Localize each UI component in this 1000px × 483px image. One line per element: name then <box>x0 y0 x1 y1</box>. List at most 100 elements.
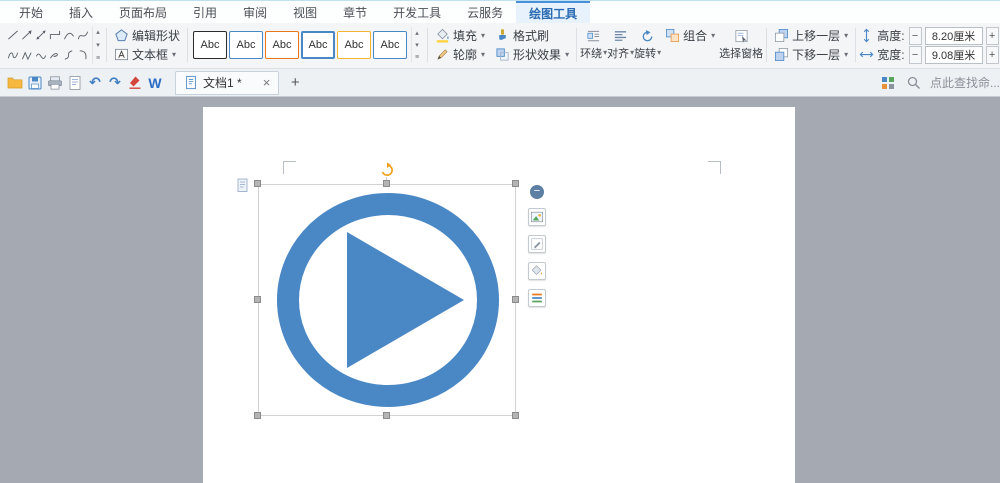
document-area[interactable]: − <box>0 97 1000 483</box>
text-box-button[interactable]: 文本框 ▾ <box>110 45 180 64</box>
shape-tool-line-icon[interactable] <box>6 26 20 44</box>
bring-forward-button[interactable]: 上移一层 ▾ <box>770 26 852 45</box>
undo-button[interactable]: ↶ <box>85 72 105 94</box>
shape-style-preset-6[interactable]: Abc <box>373 31 407 59</box>
quick-fill-button[interactable] <box>528 262 546 280</box>
search-button[interactable] <box>904 72 924 94</box>
fill-button[interactable]: 填充 ▾ <box>431 26 489 45</box>
width-decrease-button[interactable]: − <box>909 46 922 64</box>
shape-gallery: ▴ ▾ ≡ <box>4 25 103 65</box>
menu-tab-view[interactable]: 视图 <box>280 1 330 23</box>
save-button[interactable] <box>25 72 45 94</box>
handle-middle-left[interactable] <box>254 296 261 303</box>
tab-close-icon[interactable]: × <box>263 76 271 89</box>
shape-effects-button[interactable]: 形状效果 ▾ <box>491 45 573 64</box>
handle-top-left[interactable] <box>254 180 261 187</box>
gallery-more-button[interactable]: ≡ <box>93 52 103 64</box>
handle-bottom-middle[interactable] <box>383 412 390 419</box>
selection-pane-icon <box>734 29 749 44</box>
shape-style-preset-5[interactable]: Abc <box>337 31 371 59</box>
shape-style-preset-1[interactable]: Abc <box>193 31 227 59</box>
menu-tab-section[interactable]: 章节 <box>330 1 380 23</box>
shape-tool-wave-icon[interactable] <box>34 46 48 64</box>
selection-pane-button[interactable]: 选择窗格 <box>719 25 763 65</box>
shape-tool-double-arrow-icon[interactable] <box>34 26 48 44</box>
play-button-shape[interactable] <box>258 184 518 417</box>
format-painter-label: 格式刷 <box>513 27 549 44</box>
handle-bottom-right[interactable] <box>512 412 519 419</box>
shape-style-preset-3[interactable]: Abc <box>265 31 299 59</box>
width-value-field[interactable]: 9.08厘米 <box>925 46 983 64</box>
quick-outline-button[interactable] <box>528 289 546 307</box>
menu-tab-references[interactable]: 引用 <box>180 1 230 23</box>
shape-style-preset-2[interactable]: Abc <box>229 31 263 59</box>
play-triangle <box>347 232 464 368</box>
shape-tool-zigzag-icon[interactable] <box>20 46 34 64</box>
shape-tool-arrow-icon[interactable] <box>20 26 34 44</box>
menu-tab-drawing-tools[interactable]: 绘图工具 <box>516 1 590 23</box>
shape-tool-s-curve-icon[interactable] <box>62 46 76 64</box>
shape-style-preset-4[interactable]: Abc <box>301 31 335 59</box>
height-increase-button[interactable]: + <box>986 27 999 45</box>
preset-label: Abc <box>273 39 292 51</box>
handle-bottom-left[interactable] <box>254 412 261 419</box>
group-button[interactable]: 组合 ▾ <box>661 26 719 45</box>
folder-icon <box>7 75 23 91</box>
floating-quick-tools: − <box>528 185 546 307</box>
print-preview-button[interactable] <box>65 72 85 94</box>
apps-grid-icon <box>880 75 896 91</box>
text-wrap-icon <box>586 29 601 44</box>
handle-middle-right[interactable] <box>512 296 519 303</box>
rotate-button[interactable]: 旋转▾ <box>634 25 661 65</box>
handle-top-right[interactable] <box>512 180 519 187</box>
print-button[interactable] <box>45 72 65 94</box>
pencil-icon <box>435 47 450 62</box>
edit-shape-button[interactable]: 编辑形状 <box>110 26 184 45</box>
wps-writer-logo[interactable]: W <box>145 72 165 94</box>
presets-more-button[interactable]: ≡ <box>412 51 422 63</box>
send-backward-button[interactable]: 下移一层 ▾ <box>770 45 852 64</box>
document-tab[interactable]: 文档1 * × <box>175 71 279 95</box>
redo-button[interactable]: ↷ <box>105 72 125 94</box>
width-increase-button[interactable]: + <box>986 46 999 64</box>
format-painter-button[interactable]: 格式刷 <box>491 26 553 45</box>
quick-edit-button[interactable] <box>528 235 546 253</box>
menu-tab-review[interactable]: 审阅 <box>230 1 280 23</box>
handle-top-middle[interactable] <box>383 180 390 187</box>
height-decrease-button[interactable]: − <box>909 27 922 45</box>
selection-pane-label: 选择窗格 <box>719 45 763 61</box>
presets-scroll-down-button[interactable]: ▾ <box>412 39 422 51</box>
menu-tab-cloud[interactable]: 云服务 <box>454 1 516 23</box>
rotate-handle[interactable] <box>379 162 395 178</box>
apps-grid-button[interactable] <box>878 72 898 94</box>
group-label: 组合 <box>683 27 707 44</box>
wps-writer-window: 开始 插入 页面布局 引用 审阅 视图 章节 开发工具 云服务 绘图工具 <box>0 0 1000 483</box>
shape-tool-elbow-connector-icon[interactable] <box>48 26 62 44</box>
signature-button[interactable] <box>125 72 145 94</box>
gallery-scroll-up-button[interactable]: ▴ <box>93 26 103 38</box>
wrap-button[interactable]: 环绕▾ <box>580 25 607 65</box>
menu-tab-page-layout[interactable]: 页面布局 <box>106 1 180 23</box>
group-objects-icon <box>665 28 680 43</box>
presets-scroll-up-button[interactable]: ▴ <box>412 27 422 39</box>
height-value-field[interactable]: 8.20厘米 <box>925 27 983 45</box>
shape-tool-scribble-icon[interactable] <box>6 46 20 64</box>
shape-tool-hook-icon[interactable] <box>76 46 90 64</box>
collapse-quick-tools-button[interactable]: − <box>530 185 544 199</box>
search-command-hint[interactable]: 点此查找命... <box>930 74 1000 91</box>
new-tab-button[interactable]: + <box>285 74 305 91</box>
gallery-scroll-down-button[interactable]: ▾ <box>93 39 103 51</box>
shape-tool-curve-icon[interactable] <box>62 26 76 44</box>
menu-tab-insert[interactable]: 插入 <box>56 1 106 23</box>
outline-button[interactable]: 轮廓 ▾ <box>431 45 489 64</box>
shape-effects-label: 形状效果 <box>513 46 561 63</box>
shape-tool-freeform-icon[interactable] <box>76 26 90 44</box>
menu-tab-home[interactable]: 开始 <box>6 1 56 23</box>
quick-layout-button[interactable] <box>528 208 546 226</box>
outline-styles-icon <box>530 291 544 305</box>
menu-tab-developer[interactable]: 开发工具 <box>380 1 454 23</box>
shape-tool-loop-icon[interactable] <box>48 46 62 64</box>
shape-style-gallery: Abc Abc Abc Abc Abc Abc ▴ ▾ ≡ <box>191 25 424 65</box>
align-button[interactable]: 对齐▾ <box>607 25 634 65</box>
open-folder-button[interactable] <box>5 72 25 94</box>
